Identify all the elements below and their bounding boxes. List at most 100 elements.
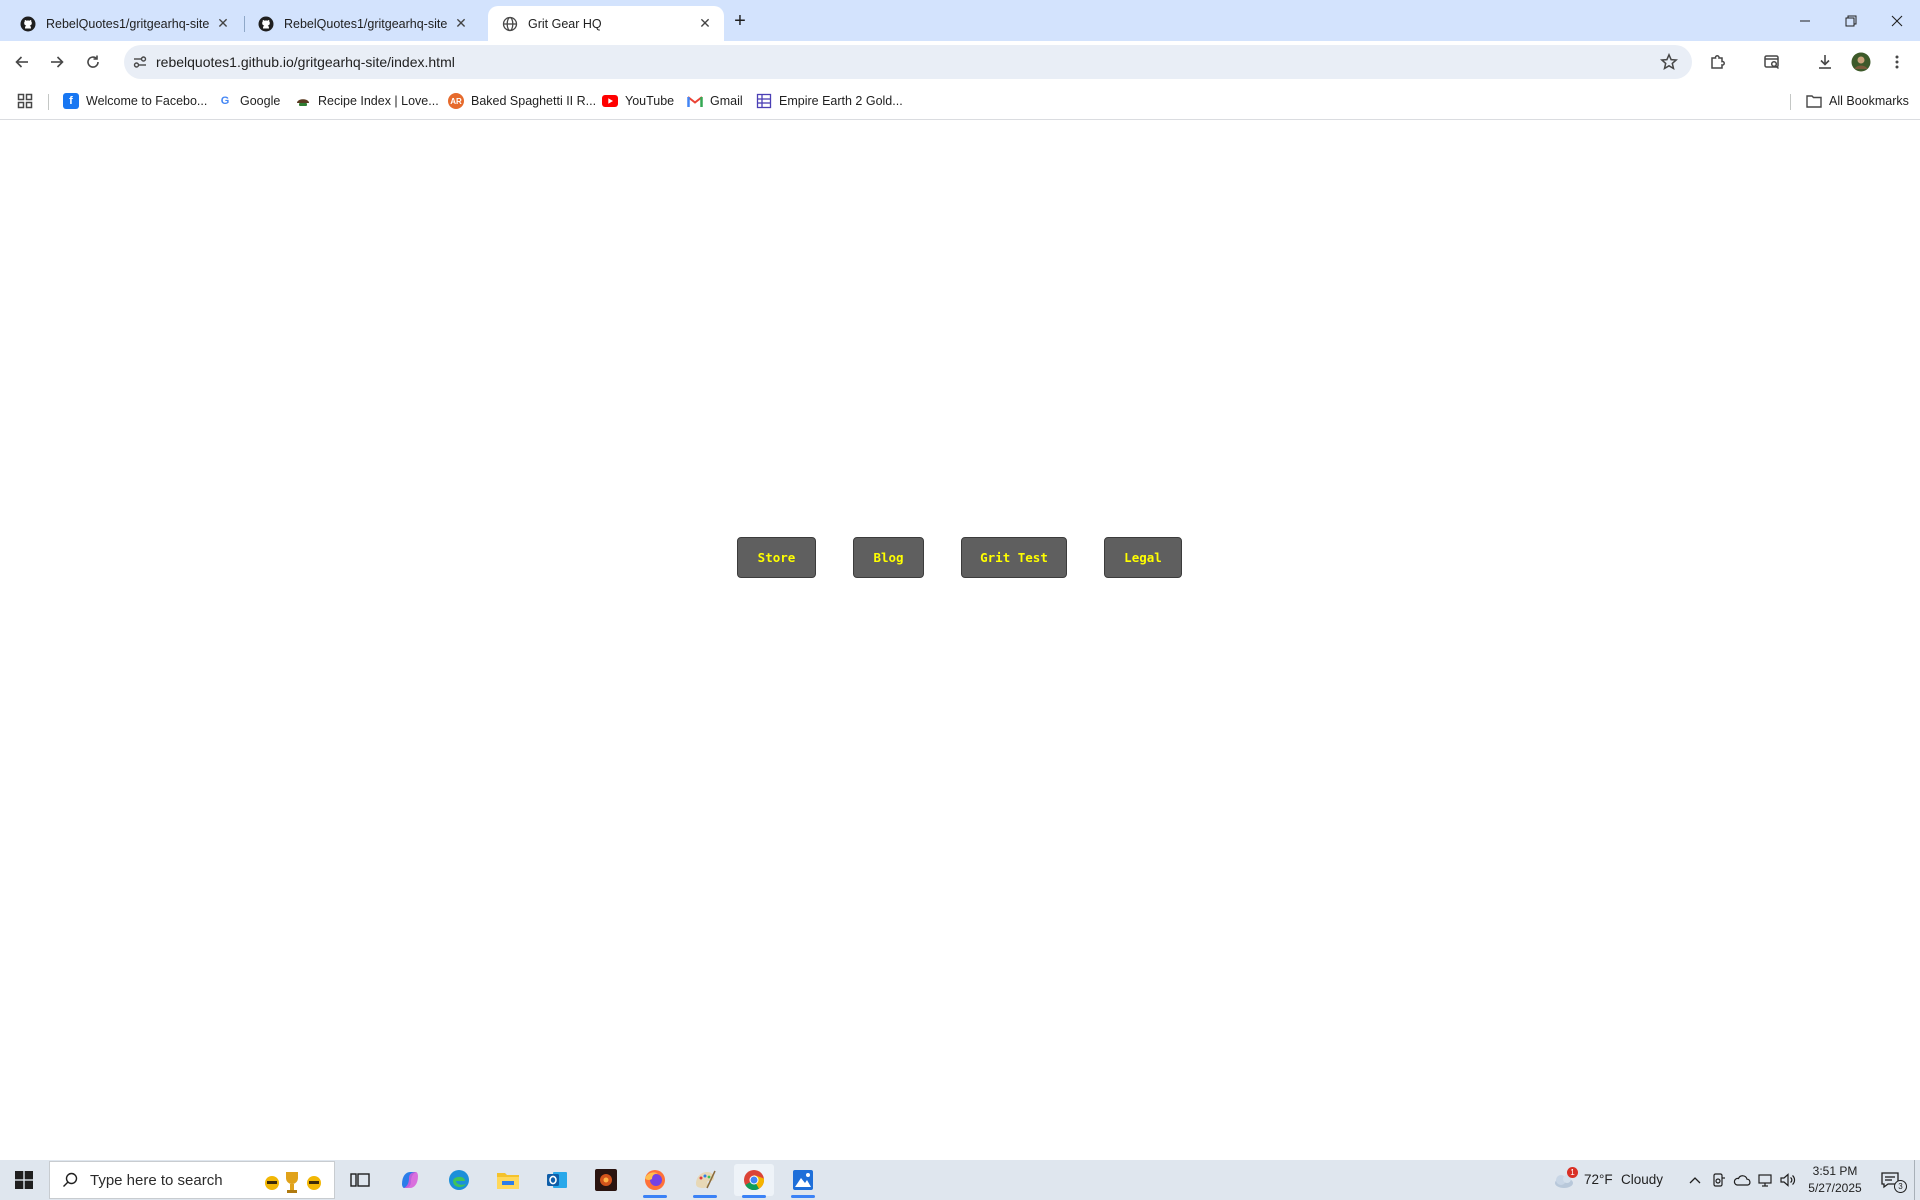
meet-now-icon[interactable] <box>1708 1160 1730 1200</box>
reload-icon <box>87 55 99 68</box>
all-bookmarks-button[interactable]: All Bookmarks <box>1806 91 1909 111</box>
youtube-icon <box>602 93 618 109</box>
menu-button[interactable] <box>1882 47 1912 77</box>
reload-button[interactable] <box>78 47 108 77</box>
bookmark-empire-earth[interactable]: Empire Earth 2 Gold... <box>756 91 903 111</box>
restore-button[interactable] <box>1828 0 1874 41</box>
bookmarks-divider <box>1790 94 1791 110</box>
downloads-button[interactable] <box>1810 47 1840 77</box>
search-placeholder: Type here to search <box>90 1171 223 1189</box>
empire-earth-icon <box>756 93 772 109</box>
taskbar-app-edge[interactable] <box>439 1164 479 1196</box>
restore-icon <box>1845 15 1857 26</box>
start-button[interactable] <box>0 1160 48 1200</box>
tab-grit-gear-hq[interactable]: Grit Gear HQ ✕ <box>488 6 724 41</box>
outlook-icon <box>547 1172 567 1188</box>
close-icon[interactable]: ✕ <box>452 15 470 33</box>
show-hidden-icons-button[interactable] <box>1684 1160 1706 1200</box>
close-icon[interactable]: ✕ <box>696 15 714 33</box>
notification-count-badge: 3 <box>1894 1180 1907 1193</box>
blog-button[interactable]: Blog <box>853 537 924 578</box>
taskbar-app-file-explorer[interactable] <box>488 1164 528 1196</box>
weather-alert-badge: 1 <box>1567 1167 1578 1178</box>
clock[interactable]: 3:51 PM 5/27/2025 <box>1800 1163 1870 1197</box>
network-icon[interactable] <box>1754 1160 1776 1200</box>
close-window-button[interactable] <box>1874 0 1920 41</box>
apps-grid-icon <box>17 93 33 109</box>
running-indicator <box>643 1195 667 1198</box>
taskbar-app-chrome[interactable] <box>734 1164 774 1198</box>
extensions-button[interactable] <box>1703 47 1733 77</box>
taskbar-app-outlook[interactable] <box>537 1164 577 1196</box>
minimize-icon <box>1800 20 1810 21</box>
arrow-right-icon <box>51 56 64 68</box>
tab-search-button[interactable] <box>1757 47 1787 77</box>
tab-github-2[interactable]: RebelQuotes1/gritgearhq-site ✕ <box>244 6 480 41</box>
bookmark-label: Google <box>240 94 281 108</box>
tab-title: RebelQuotes1/gritgearhq-site <box>46 16 210 31</box>
address-bar[interactable]: rebelquotes1.github.io/gritgearhq-site/i… <box>124 45 1692 79</box>
taskbar-search-box[interactable]: Type here to search <box>49 1161 335 1199</box>
edge-icon <box>449 1170 469 1190</box>
bookmark-label: YouTube <box>625 94 675 108</box>
back-button[interactable] <box>7 47 37 77</box>
avatar-icon <box>1851 52 1871 72</box>
facebook-icon: f <box>63 93 79 109</box>
onedrive-icon[interactable] <box>1731 1160 1753 1200</box>
task-view-icon <box>350 1173 370 1187</box>
tab-title: Grit Gear HQ <box>528 16 602 31</box>
task-view-button[interactable] <box>340 1164 380 1196</box>
notification-center-button[interactable]: 3 <box>1872 1160 1908 1200</box>
bookmark-gmail[interactable]: Gmail <box>687 91 743 111</box>
arrow-left-icon <box>15 56 28 68</box>
close-icon <box>1891 15 1903 26</box>
puzzle-icon <box>1711 55 1725 69</box>
page-content: Store Blog Grit Test Legal <box>0 121 1920 1160</box>
profile-avatar[interactable] <box>1846 47 1876 77</box>
game-icon <box>595 1169 617 1191</box>
taskbar-app-photos[interactable] <box>783 1164 823 1198</box>
weather-icon[interactable]: 1 <box>1550 1160 1578 1200</box>
copilot-icon <box>402 1172 418 1188</box>
taskbar-app-paint[interactable] <box>685 1164 725 1198</box>
bookmark-baked-spaghetti[interactable]: AR Baked Spaghetti II R... <box>448 91 596 111</box>
taskbar-app-game[interactable] <box>586 1164 626 1196</box>
bookmark-facebook[interactable]: f Welcome to Facebo... <box>63 91 207 111</box>
grit-test-button[interactable]: Grit Test <box>961 537 1067 578</box>
tab-github-1[interactable]: RebelQuotes1/gritgearhq-site ✕ <box>6 6 242 41</box>
site-info-icon[interactable] <box>132 54 148 70</box>
bookmark-star-icon[interactable] <box>1660 53 1678 71</box>
minimize-button[interactable] <box>1782 0 1828 41</box>
bookmark-label: Recipe Index | Love... <box>318 94 439 108</box>
taskbar-app-firefox[interactable] <box>635 1164 675 1198</box>
weather-temp: 72°F <box>1584 1172 1613 1187</box>
bookmarks-bar: f Welcome to Facebo... G Google Recipe I… <box>0 82 1920 120</box>
volume-icon[interactable] <box>1777 1160 1799 1200</box>
apps-button[interactable] <box>17 91 33 111</box>
store-button[interactable]: Store <box>737 537 816 578</box>
bookmark-label: Gmail <box>710 94 743 108</box>
show-desktop-divider[interactable] <box>1914 1160 1915 1200</box>
url-text: rebelquotes1.github.io/gritgearhq-site/i… <box>156 54 455 70</box>
browser-toolbar: rebelquotes1.github.io/gritgearhq-site/i… <box>0 41 1920 82</box>
legal-button[interactable]: Legal <box>1104 537 1182 578</box>
browser-window: RebelQuotes1/gritgearhq-site ✕ RebelQuot… <box>0 0 1920 1200</box>
bookmark-google[interactable]: G Google <box>217 91 281 111</box>
bookmark-label: Baked Spaghetti II R... <box>471 94 597 108</box>
forward-button[interactable] <box>42 47 72 77</box>
taskbar-app-copilot[interactable] <box>390 1164 430 1196</box>
new-tab-button[interactable]: + <box>727 8 753 34</box>
globe-icon <box>502 16 518 32</box>
running-indicator <box>791 1195 815 1198</box>
windows-taskbar: Type here to search 1 72°F Cloudy 3:51 P… <box>0 1160 1920 1200</box>
clock-date: 5/27/2025 <box>1808 1181 1862 1195</box>
bookmark-youtube[interactable]: YouTube <box>602 91 674 111</box>
folder-icon <box>1806 93 1822 109</box>
photos-icon <box>793 1170 813 1190</box>
bookmark-recipe-index[interactable]: Recipe Index | Love... <box>295 91 439 111</box>
tab-strip: RebelQuotes1/gritgearhq-site ✕ RebelQuot… <box>0 0 1920 41</box>
chrome-icon <box>744 1170 765 1191</box>
weather-condition: Cloudy <box>1621 1172 1664 1187</box>
close-icon[interactable]: ✕ <box>214 15 232 33</box>
chevron-up-icon <box>1689 1177 1701 1184</box>
